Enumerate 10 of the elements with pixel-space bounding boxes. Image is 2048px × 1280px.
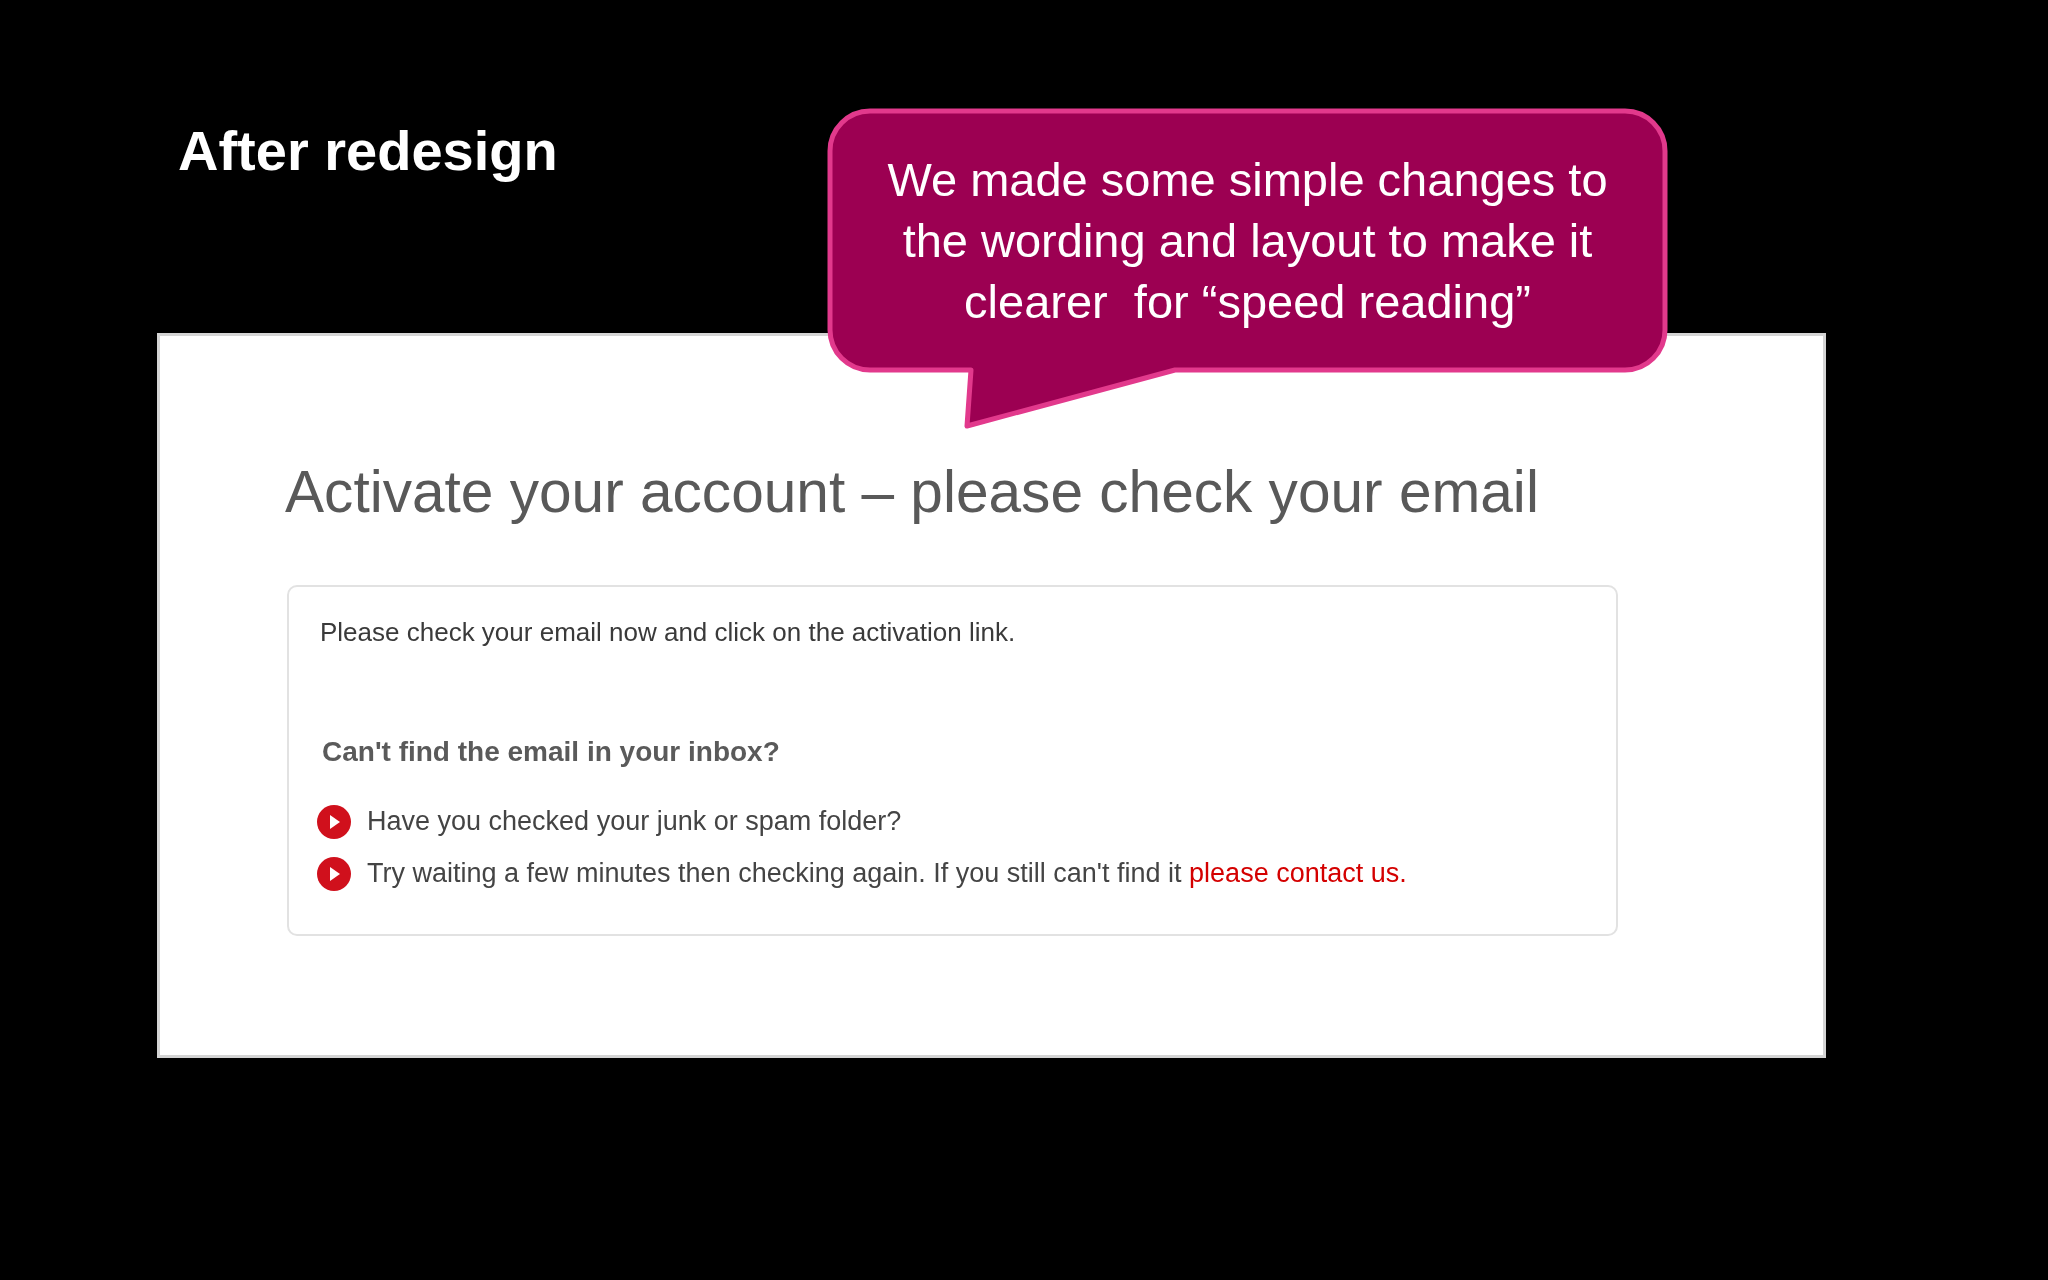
triangle-bullet-icon <box>317 805 351 839</box>
intro-text: Please check your email now and click on the activation link. <box>320 615 1016 648</box>
tip-text: Try waiting a few minutes then checking again. If you still can't find it please contact us. <box>367 857 1407 891</box>
contact-link[interactable]: please contact us. <box>1189 858 1407 889</box>
callout-text: We made some simple changes to the wording and layout to make it clearer for “speed reading” <box>887 152 1608 330</box>
triangle-bullet-icon <box>317 857 351 891</box>
page-heading: Activate your account – please check your email <box>285 458 1539 527</box>
slide-title: After redesign <box>178 118 558 184</box>
tip-text: Have you checked your junk or spam folder? <box>367 805 902 839</box>
help-subheading: Can't find the email in your inbox? <box>322 735 780 769</box>
